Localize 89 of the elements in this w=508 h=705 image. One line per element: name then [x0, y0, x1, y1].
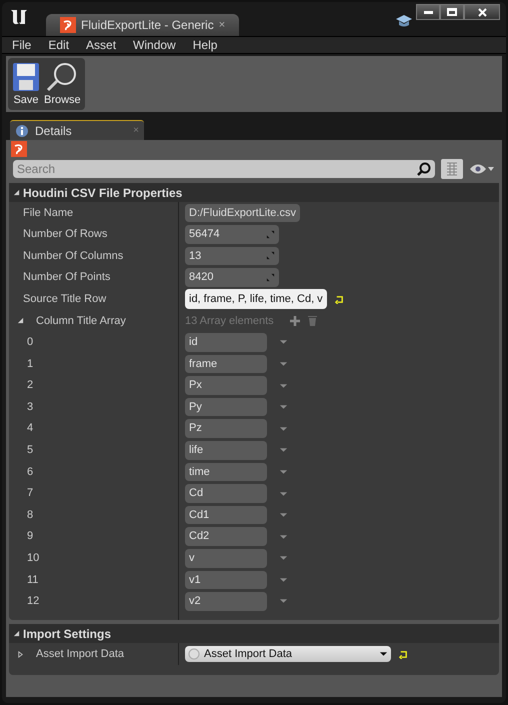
property-label: 4: [26, 421, 34, 436]
array-element-field[interactable]: id: [185, 333, 267, 352]
dropdown-caret-icon[interactable]: [279, 576, 288, 583]
minimize-button[interactable]: [416, 4, 440, 20]
dropdown-caret-icon[interactable]: [279, 534, 288, 540]
drag-arrows-icon: [266, 230, 275, 239]
property-label: 5: [26, 443, 34, 458]
dropdown-caret-icon[interactable]: [279, 447, 288, 454]
dropdown-caret-icon[interactable]: [279, 404, 288, 410]
array-element-field[interactable]: Cd: [185, 484, 267, 503]
maximize-button[interactable]: [440, 4, 464, 20]
property-label: 0: [26, 335, 34, 350]
close-tab-icon[interactable]: ×: [218, 16, 226, 34]
swirl-logo-icon: [60, 17, 76, 33]
file-name-value: D:/FluidExportLite.csv: [185, 204, 300, 222]
property-label: 2: [26, 378, 34, 394]
property-label: 8: [26, 508, 34, 523]
close-button[interactable]: [464, 4, 500, 20]
menu-item[interactable]: Edit: [48, 36, 70, 54]
number-field[interactable]: 8420: [185, 268, 279, 287]
dropdown-caret-icon: [379, 651, 388, 658]
property-label: File Name: [22, 206, 74, 221]
property-label: 11: [26, 572, 38, 588]
property-label: 6: [26, 464, 34, 480]
array-element-field[interactable]: Py: [185, 398, 267, 416]
dropdown-caret-icon[interactable]: [279, 598, 288, 604]
dropdown-caret-icon[interactable]: [279, 339, 288, 346]
drag-arrows-icon: [266, 273, 275, 282]
array-element-field[interactable]: life: [185, 441, 267, 460]
section-header[interactable]: Houdini CSV File Properties: [9, 183, 499, 202]
array-element-field[interactable]: v1: [185, 570, 267, 590]
text-input-field[interactable]: id, frame, P, life, time, Cd, v: [185, 288, 327, 310]
array-count-text: 13 Array elements: [185, 314, 274, 329]
add-icon[interactable]: [290, 316, 300, 326]
details-tab[interactable]: Details ×: [10, 120, 144, 140]
number-field[interactable]: 13: [185, 246, 279, 266]
reset-arrow-icon[interactable]: [334, 294, 344, 304]
property-label: 9: [26, 529, 34, 544]
dropdown-caret-icon[interactable]: [279, 360, 288, 367]
menu-item[interactable]: Help: [192, 36, 218, 54]
info-icon: [15, 124, 29, 138]
property-label: 10: [26, 551, 40, 566]
drag-arrows-icon: [266, 251, 275, 260]
circle-icon: [188, 648, 200, 660]
collapse-arrow-icon[interactable]: [17, 317, 24, 324]
expand-arrow-icon[interactable]: [17, 650, 24, 658]
trash-icon[interactable]: [308, 315, 317, 326]
number-field[interactable]: 56474: [185, 225, 279, 244]
menu-item[interactable]: File: [12, 36, 32, 54]
array-element-field[interactable]: Pz: [185, 419, 267, 438]
dropdown-caret-icon[interactable]: [279, 555, 288, 562]
property-label: Column Title Array: [35, 314, 126, 329]
close-icon: [478, 8, 486, 16]
property-label: Source Title Row: [22, 292, 106, 307]
reset-arrow-icon[interactable]: [399, 650, 408, 659]
search-icon[interactable]: [417, 162, 431, 176]
section-header[interactable]: Import Settings: [9, 624, 499, 644]
graduation-cap-icon[interactable]: [396, 14, 412, 28]
array-element-field[interactable]: Px: [185, 376, 267, 395]
property-label: 3: [26, 400, 34, 415]
eye-dropdown-icon[interactable]: [469, 163, 495, 175]
swirl-logo-icon: [11, 141, 27, 157]
dropdown-caret-icon[interactable]: [279, 382, 288, 389]
grid-view-icon[interactable]: [441, 159, 463, 179]
array-element-field[interactable]: Cd1: [185, 506, 267, 524]
asset-dropdown[interactable]: Asset Import Data: [185, 646, 391, 662]
property-label: Number Of Columns: [22, 248, 124, 264]
dropdown-caret-icon[interactable]: [279, 490, 288, 497]
property-label: 1: [26, 356, 34, 372]
menu-item[interactable]: Window: [133, 36, 176, 54]
dropdown-caret-icon[interactable]: [279, 512, 288, 518]
array-element-field[interactable]: v2: [185, 592, 267, 611]
document-tab[interactable]: FluidExportLite - Generic ×: [46, 14, 240, 36]
menu-item[interactable]: Asset: [86, 36, 116, 54]
array-element-field[interactable]: v: [185, 549, 267, 568]
property-label: 7: [26, 486, 34, 502]
dropdown-caret-icon[interactable]: [279, 426, 288, 432]
array-element-field[interactable]: frame: [185, 354, 267, 374]
property-label: Number Of Rows: [22, 227, 108, 242]
collapse-arrow-icon[interactable]: [13, 630, 20, 638]
search-field[interactable]: Search: [13, 160, 435, 178]
array-element-field[interactable]: time: [185, 462, 267, 482]
dropdown-caret-icon[interactable]: [279, 468, 288, 475]
collapse-arrow-icon[interactable]: [13, 189, 20, 196]
array-element-field[interactable]: Cd2: [185, 527, 267, 546]
property-label: Asset Import Data: [35, 646, 124, 662]
browse-button[interactable]: Browse: [44, 58, 81, 110]
property-label: 12: [26, 594, 40, 610]
property-label: Number Of Points: [22, 270, 110, 286]
